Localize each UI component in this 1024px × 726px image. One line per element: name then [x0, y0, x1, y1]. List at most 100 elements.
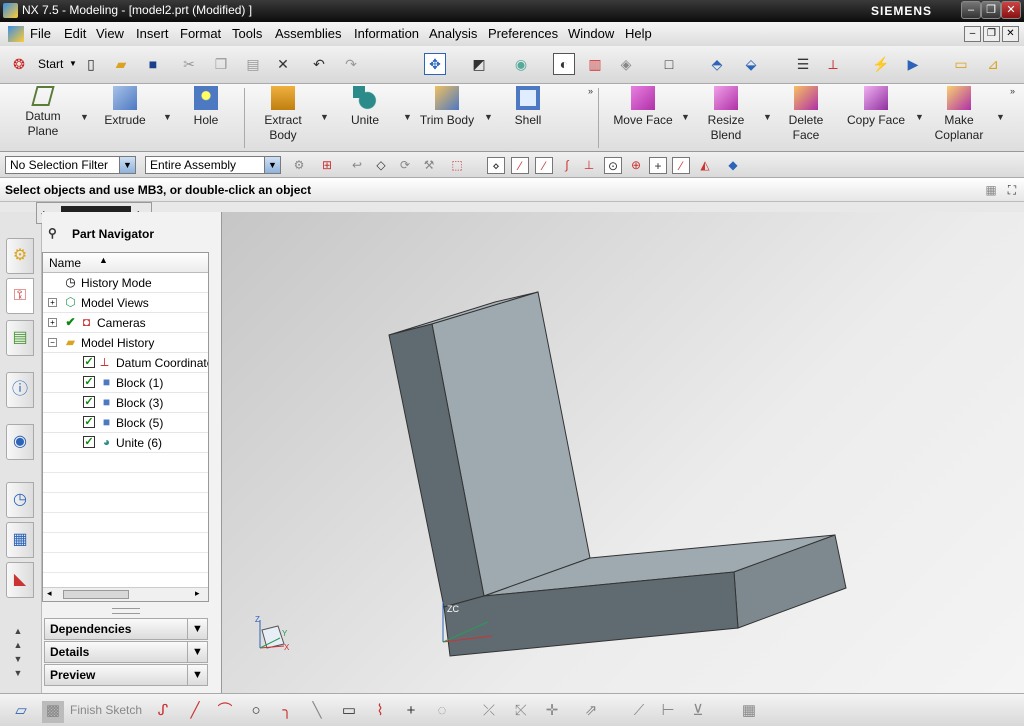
mirror-curve-icon[interactable]: ⟋: [628, 701, 650, 723]
measure-distance-icon[interactable]: ▭: [950, 53, 972, 75]
more-dropdown-icon[interactable]: ▼: [80, 112, 89, 122]
extrude-button[interactable]: Extrude: [100, 86, 150, 128]
start-button[interactable]: Start: [38, 57, 63, 71]
move-face-button[interactable]: Move Face: [610, 86, 676, 128]
menu-assemblies[interactable]: Assemblies: [275, 26, 341, 41]
fullscreen-icon[interactable]: ⛶: [1003, 182, 1021, 199]
more-dropdown-icon[interactable]: ▼: [681, 112, 690, 122]
snap-icon[interactable]: ⚡: [870, 53, 892, 75]
menu-help[interactable]: Help: [625, 26, 652, 41]
extract-body-button[interactable]: Extract Body: [260, 86, 306, 143]
horizontal-scrollbar[interactable]: ◂ ▸: [43, 587, 208, 601]
assembly-filter-icon[interactable]: ⚙: [290, 157, 308, 174]
doc-restore-icon[interactable]: ❐: [983, 26, 1000, 42]
display-constraints-icon[interactable]: ▦: [738, 701, 760, 723]
chamfer-icon[interactable]: ╲: [306, 701, 328, 723]
pin-icon[interactable]: ⚲: [48, 226, 57, 240]
visibility-checkbox[interactable]: ✓: [83, 396, 95, 408]
doc-minimize-icon[interactable]: –: [964, 26, 981, 42]
measure-angle-icon[interactable]: ⊿: [982, 53, 1004, 75]
status-grid-icon[interactable]: ▦: [982, 182, 1000, 199]
snap-bounded-grid-icon[interactable]: ◭: [696, 157, 714, 174]
more-overflow-icon[interactable]: »: [1010, 86, 1015, 96]
model-3d-view[interactable]: ZC Z Y X: [222, 212, 1024, 693]
tree-node-datum-coordinate[interactable]: ✓ ⟂ Datum Coordinate: [43, 353, 208, 373]
snap-point-on-face-icon[interactable]: ⁄: [672, 157, 690, 174]
feature-curve-icon[interactable]: ↩: [348, 157, 366, 174]
selection-filter-select[interactable]: No Selection Filter ▼: [5, 156, 136, 174]
point-icon[interactable]: +: [400, 701, 422, 723]
dependencies-panel[interactable]: Dependencies ▼: [44, 618, 208, 640]
scroll-thumb[interactable]: [63, 590, 129, 599]
copy-face-button[interactable]: Copy Face: [845, 86, 907, 128]
circle-icon[interactable]: ○: [245, 701, 267, 723]
expand-icon[interactable]: +: [48, 318, 57, 327]
menu-window[interactable]: Window: [568, 26, 614, 41]
snap-point-on-curve-icon[interactable]: ⊕: [627, 157, 645, 174]
system-materials-tab[interactable]: ▦: [6, 522, 34, 558]
rectangle-select-icon[interactable]: ⬚: [448, 157, 466, 174]
quick-pick-icon[interactable]: ◆: [724, 157, 742, 174]
chevron-down-icon[interactable]: ▼: [187, 642, 207, 662]
menu-insert[interactable]: Insert: [136, 26, 169, 41]
make-coplanar-button[interactable]: Make Coplanar: [931, 86, 987, 143]
snap-arc-center-icon[interactable]: ⊥: [580, 157, 598, 174]
menu-analysis[interactable]: Analysis: [429, 26, 477, 41]
more-dropdown-icon[interactable]: ▼: [163, 112, 172, 122]
snap-quadrant-icon[interactable]: ⊙: [604, 157, 622, 174]
snap-intersection-icon[interactable]: ∫: [558, 157, 576, 174]
trim-body-button[interactable]: Trim Body: [416, 86, 478, 128]
face-rule-icon[interactable]: ◇: [372, 157, 390, 174]
doc-close-icon[interactable]: ✕: [1002, 26, 1019, 42]
dimension-icon[interactable]: ⊢: [657, 701, 679, 723]
tree-node-history-mode[interactable]: ◷ History Mode: [43, 273, 208, 293]
fillet-icon[interactable]: ╮: [276, 701, 298, 723]
cut-icon[interactable]: ✂: [178, 53, 200, 75]
orient-view-icon[interactable]: ⬘: [706, 53, 728, 75]
play-icon[interactable]: ▶: [902, 53, 924, 75]
part-navigator-tab[interactable]: ⚿: [6, 278, 34, 314]
finish-sketch-button[interactable]: Finish Sketch: [70, 703, 142, 717]
background-icon[interactable]: ◉: [510, 53, 532, 75]
menu-tools[interactable]: Tools: [232, 26, 262, 41]
section-view-icon[interactable]: ▥: [584, 53, 606, 75]
visibility-checkbox[interactable]: ✓: [83, 416, 95, 428]
app-menu-icon[interactable]: [8, 26, 24, 42]
assembly-navigator-tab[interactable]: ⚙: [6, 238, 34, 274]
fit-view-icon[interactable]: ✥: [424, 53, 446, 75]
display-mode-icon[interactable]: □: [658, 53, 680, 75]
restore-icon[interactable]: ❐: [981, 1, 1001, 19]
hd3d-tools-tab[interactable]: ⓘ: [6, 372, 34, 408]
body-rule-icon[interactable]: ⟳: [396, 157, 414, 174]
shaded-icon[interactable]: ◩: [468, 53, 490, 75]
web-browser-tab[interactable]: ◉: [6, 424, 34, 460]
name-column-header[interactable]: Name ▲: [43, 253, 208, 273]
delete-face-button[interactable]: Delete Face: [785, 86, 827, 143]
copy-icon[interactable]: ❐: [210, 53, 232, 75]
paste-icon[interactable]: ▤: [242, 53, 264, 75]
more-dropdown-icon[interactable]: ▼: [763, 112, 772, 122]
snap-control-icon[interactable]: ⁄: [535, 157, 553, 174]
splitter-handle[interactable]: [112, 608, 140, 614]
scroll-left-icon[interactable]: ◂: [47, 588, 52, 599]
history-tab[interactable]: ◷: [6, 482, 34, 518]
tree-node-block-3[interactable]: ✓ ■ Block (3): [43, 393, 208, 413]
more-dropdown-icon[interactable]: ▼: [915, 112, 924, 122]
studio-spline-icon[interactable]: ◌: [431, 701, 453, 723]
datum-plane-button[interactable]: Datum Plane: [20, 86, 66, 139]
roles-tab[interactable]: ◣: [6, 562, 34, 598]
hole-button[interactable]: Hole: [187, 86, 225, 128]
layer-settings-icon[interactable]: ☰: [792, 53, 814, 75]
selection-scope-select[interactable]: Entire Assembly ▼: [145, 156, 281, 174]
profile-icon[interactable]: ᔑ: [152, 701, 174, 723]
tab-scroll-controls[interactable]: ▲ ▲ ▼ ▼: [10, 624, 26, 680]
start-dropdown-icon[interactable]: ▼: [69, 59, 77, 68]
tree-node-unite-6[interactable]: ✓ ◕ Unite (6): [43, 433, 208, 453]
details-panel[interactable]: Details ▼: [44, 641, 208, 663]
open-folder-icon[interactable]: ▰: [110, 53, 132, 75]
undo-icon[interactable]: ↶: [308, 53, 330, 75]
visibility-checkbox[interactable]: ✓: [83, 436, 95, 448]
save-icon[interactable]: ■: [142, 53, 164, 75]
wcs-icon[interactable]: ⬙: [740, 53, 762, 75]
menu-information[interactable]: Information: [354, 26, 419, 41]
